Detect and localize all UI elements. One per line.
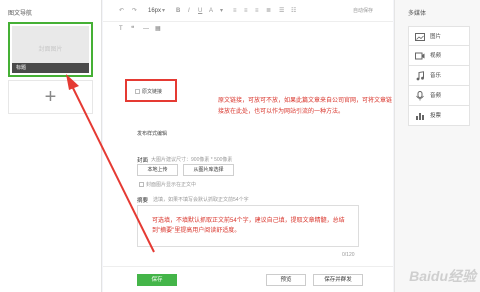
- local-upload-button[interactable]: 本地上传: [137, 164, 178, 176]
- summary-char-counter: 0/120: [342, 252, 355, 258]
- media-item-video[interactable]: 视频: [408, 46, 470, 66]
- media-item-label: 投票: [430, 113, 442, 119]
- media-item-label: 音乐: [430, 73, 442, 79]
- align-right-icon[interactable]: ≡: [255, 0, 259, 22]
- save-and-send-button[interactable]: 保存并群发: [313, 274, 363, 286]
- ordered-list-icon[interactable]: ☰: [279, 0, 284, 22]
- article-navigation-title: 图文导航: [8, 11, 33, 17]
- cover-title-bar: 标题: [12, 63, 89, 73]
- media-item-label: 音频: [430, 93, 442, 99]
- show-cover-label: 封面图片显示在正文中: [146, 182, 197, 188]
- audio-icon: [416, 91, 424, 101]
- media-item-label: 图片: [430, 34, 442, 40]
- choose-from-library-button[interactable]: 从图片库选择: [183, 164, 234, 176]
- preview-button[interactable]: 预览: [266, 274, 306, 286]
- text-format-icon[interactable]: T: [119, 22, 123, 36]
- unordered-list-icon[interactable]: ☷: [291, 0, 296, 22]
- article-navigation-panel: 图文导航 封面图片 标题 +: [0, 0, 102, 292]
- align-center-icon[interactable]: ≡: [244, 0, 248, 22]
- italic-icon[interactable]: I: [188, 0, 190, 22]
- vote-icon: [416, 113, 424, 120]
- cover-placeholder-text: 封面图片: [38, 47, 63, 53]
- redo-icon[interactable]: ↷: [132, 0, 137, 22]
- media-item-image[interactable]: 图片: [408, 26, 470, 46]
- watermark-logo: Baidu经验: [409, 268, 476, 284]
- save-button[interactable]: 保存: [137, 274, 177, 286]
- show-cover-in-body-option[interactable]: 封面图片显示在正文中: [139, 181, 196, 188]
- summary-hint: 选填，如果不填写会默认抓取正文前54个字: [153, 197, 249, 203]
- bold-icon[interactable]: B: [176, 0, 180, 22]
- summary-label: 摘要: [137, 198, 149, 204]
- media-item-music[interactable]: 音乐: [408, 66, 470, 86]
- cover-size-hint: 大图片建议尺寸：900像素 * 500像素: [151, 157, 233, 163]
- media-panel-title: 多媒体: [408, 11, 427, 17]
- undo-icon[interactable]: ↶: [119, 0, 124, 22]
- original-link-label: 原文链接: [142, 89, 163, 95]
- font-size-select[interactable]: 16px: [148, 0, 161, 22]
- align-left-icon[interactable]: ≡: [233, 0, 237, 22]
- publish-style-title: 发布样式编辑: [137, 131, 168, 137]
- media-panel: 多媒体 图片 视频 音乐 音频 投票: [394, 0, 480, 292]
- editor-area: ↶ ↷ 16px ▾ B I U A ▾ ≡ ≡ ≡ ≣ ☰ ☷ 自动保存 T …: [103, 0, 393, 292]
- media-item-audio[interactable]: 音频: [408, 86, 470, 106]
- video-icon: [415, 52, 425, 60]
- table-icon[interactable]: ▦: [155, 22, 161, 36]
- media-item-vote[interactable]: 投票: [408, 106, 470, 126]
- original-link-option[interactable]: 原文链接: [125, 79, 177, 102]
- media-item-label: 视频: [430, 53, 442, 59]
- chevron-down-icon[interactable]: ▾: [162, 0, 165, 22]
- show-cover-checkbox[interactable]: [139, 182, 144, 187]
- original-link-checkbox[interactable]: [135, 89, 140, 94]
- cover-image-placeholder: 封面图片: [12, 26, 89, 63]
- font-color-icon[interactable]: A: [209, 0, 213, 22]
- cover-label: 封面: [137, 158, 149, 164]
- divider-icon[interactable]: —: [143, 22, 149, 36]
- add-article-button[interactable]: +: [8, 80, 93, 114]
- music-icon: [416, 71, 424, 81]
- media-list: 图片 视频 音乐 音频 投票: [408, 26, 470, 126]
- summary-annotation: 可选填，不填默认抓取正文前54个字，建议自己填，提取文章精髓，总结到"摘要"里提…: [152, 218, 345, 234]
- highlight-icon[interactable]: ▾: [220, 0, 223, 22]
- align-justify-icon[interactable]: ≣: [266, 0, 271, 22]
- quote-icon[interactable]: ❝: [131, 22, 134, 36]
- underline-icon[interactable]: U: [198, 0, 202, 22]
- plus-icon: +: [44, 86, 57, 108]
- autosave-toggle[interactable]: 自动保存: [353, 0, 373, 22]
- editor-toolbar-row-2: T ❝ — ▦: [103, 22, 393, 36]
- original-link-annotation: 原文链接，可放可不放，如果此篇文章来自公司官网，可将文章链接放在此处，也可以作为…: [218, 98, 393, 115]
- article-cover-card[interactable]: 封面图片 标题: [8, 22, 93, 77]
- summary-textarea[interactable]: 可选填，不填默认抓取正文前54个字，建议自己填，提取文章精髓，总结到"摘要"里提…: [137, 205, 359, 247]
- image-icon: [415, 33, 425, 41]
- editor-toolbar: ↶ ↷ 16px ▾ B I U A ▾ ≡ ≡ ≡ ≣ ☰ ☷ 自动保存: [103, 0, 393, 22]
